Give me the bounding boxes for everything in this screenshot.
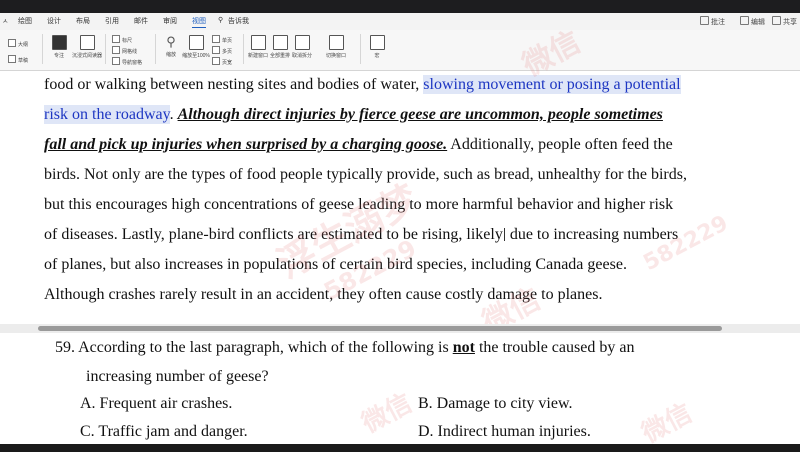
pages-icon <box>212 46 220 54</box>
text-run: the trouble caused by an <box>474 339 635 356</box>
divider <box>360 34 361 64</box>
multi-page-button[interactable]: 多页 <box>212 46 232 55</box>
new-window-button[interactable]: 新建窗口 <box>248 35 268 59</box>
page-icon <box>212 35 220 43</box>
one-page-button[interactable]: 单页 <box>212 35 232 44</box>
ruler-checkbox[interactable]: 标尺 <box>112 35 132 44</box>
checkbox-icon <box>112 46 120 54</box>
tab-references[interactable]: 引用 <box>105 16 119 26</box>
emphasized-sentence: fall and pick up injuries when surprised… <box>44 136 448 153</box>
page-width-button[interactable]: 页宽 <box>212 57 232 66</box>
tab-draw[interactable]: 绘图 <box>18 16 32 26</box>
doc-line-8: Although crashes rarely result in an acc… <box>44 286 603 303</box>
macros-button[interactable]: 宏 <box>366 35 388 59</box>
watermark-text: 微信 <box>637 398 698 450</box>
book-icon <box>79 35 95 50</box>
doc-line-5: but this encourages high concentrations … <box>44 196 674 213</box>
question-number: 59. <box>55 339 75 356</box>
text-run: According to the last paragraph, which o… <box>78 339 453 356</box>
nav-pane-checkbox[interactable]: 导航窗格 <box>112 57 142 66</box>
doc-line-1: food or walking between nesting sites an… <box>44 75 681 94</box>
comment-icon <box>700 16 709 25</box>
tell-me-icon: ⚲ <box>218 17 224 24</box>
checkbox-icon <box>112 57 120 65</box>
question-stem-line-2: increasing number of geese? <box>86 368 269 385</box>
selected-text: slowing movement or posing a potential <box>423 75 681 94</box>
outline-view-button[interactable]: 大纲 <box>8 39 28 48</box>
focus-icon <box>51 35 67 50</box>
tab-tell-me[interactable]: 告诉我 <box>228 16 249 26</box>
divider <box>105 34 106 64</box>
doc-line-6: of diseases. Lastly, plane-bird conflict… <box>44 226 678 244</box>
split-button[interactable]: 取消拆分 <box>292 35 312 59</box>
focus-button[interactable]: 专注 <box>48 35 70 59</box>
edit-button[interactable]: 编辑 <box>740 16 765 27</box>
watermark-text: 微信 <box>357 388 418 440</box>
comments-button[interactable]: 批注 <box>700 16 725 27</box>
arrange-all-button[interactable]: 全部重排 <box>270 35 290 59</box>
switch-window-icon <box>328 35 344 50</box>
width-icon <box>212 57 220 65</box>
macro-icon <box>369 35 385 50</box>
document-page[interactable]: food or walking between nesting sites an… <box>0 25 800 341</box>
ribbon-arrow-icon[interactable]: ㅅ <box>2 16 8 26</box>
doc-line-2: risk on the roadway. Although direct inj… <box>44 105 663 124</box>
magnifier-icon: ⚲ <box>166 34 176 49</box>
scrollbar-thumb[interactable] <box>38 326 722 331</box>
text-cursor <box>503 228 505 241</box>
bottom-strip <box>0 444 800 452</box>
ribbon-toolbar: 大纲 草稿 专注 沉浸式阅读器 标尺 网格线 导航窗格 ⚲ 缩放 缩放至100% … <box>0 30 800 71</box>
text-run: due to increasing numbers <box>505 226 679 243</box>
doc-line-7: of planes, but also increases in populat… <box>44 256 627 273</box>
page-zoom-icon <box>188 35 204 50</box>
emphasized-word: not <box>452 339 475 356</box>
gridlines-checkbox[interactable]: 网格线 <box>112 46 137 55</box>
ribbon-tabs: ㅅ 绘图 设计 布局 引用 邮件 审阅 视图 ⚲ 告诉我 批注 编辑 共享 <box>0 13 800 31</box>
share-icon <box>772 16 781 25</box>
option-c: C. Traffic jam and danger. <box>80 423 248 440</box>
pencil-icon <box>740 16 749 25</box>
arrange-icon <box>272 35 288 50</box>
window-icon <box>250 35 266 50</box>
doc-line-4: birds. Not only are the types of food pe… <box>44 166 687 183</box>
draft-icon <box>8 55 16 63</box>
emphasized-sentence: Although direct injuries by fierce geese… <box>177 106 663 123</box>
outline-icon <box>8 39 16 47</box>
divider <box>243 34 244 64</box>
text-run: . <box>169 106 178 123</box>
text-run: food or walking between nesting sites an… <box>44 76 424 93</box>
option-d: D. Indirect human injuries. <box>418 423 591 440</box>
option-b: B. Damage to city view. <box>418 395 573 412</box>
zoom-button[interactable]: ⚲ 缩放 <box>160 34 182 59</box>
divider <box>155 34 156 64</box>
divider <box>42 34 43 64</box>
question-area: 59. According to the last paragraph, whi… <box>0 333 800 449</box>
text-run: Additionally, people often feed the <box>447 136 673 153</box>
switch-window-button[interactable]: 切换窗口 <box>318 35 354 59</box>
option-a: A. Frequent air crashes. <box>80 395 233 412</box>
checkbox-icon <box>112 35 120 43</box>
split-icon <box>294 35 310 50</box>
screen: ㅅ 绘图 设计 布局 引用 邮件 审阅 视图 ⚲ 告诉我 批注 编辑 共享 大纲… <box>0 0 800 452</box>
top-strip <box>0 0 800 13</box>
tab-layout[interactable]: 布局 <box>76 16 90 26</box>
immersive-reader-button[interactable]: 沉浸式阅读器 <box>72 35 102 59</box>
draft-view-button[interactable]: 草稿 <box>8 55 28 64</box>
question-stem: 59. According to the last paragraph, whi… <box>55 339 634 357</box>
tab-design[interactable]: 设计 <box>47 16 61 26</box>
selected-text: risk on the roadway <box>44 105 170 124</box>
doc-line-3: fall and pick up injuries when surprised… <box>44 136 673 154</box>
tab-review[interactable]: 审阅 <box>163 16 177 26</box>
zoom-100-button[interactable]: 缩放至100% <box>182 35 210 59</box>
text-run: of diseases. Lastly, plane-bird conflict… <box>44 226 503 243</box>
tab-mailings[interactable]: 邮件 <box>134 16 148 26</box>
share-button[interactable]: 共享 <box>772 16 797 27</box>
tab-view[interactable]: 视图 <box>192 16 206 28</box>
